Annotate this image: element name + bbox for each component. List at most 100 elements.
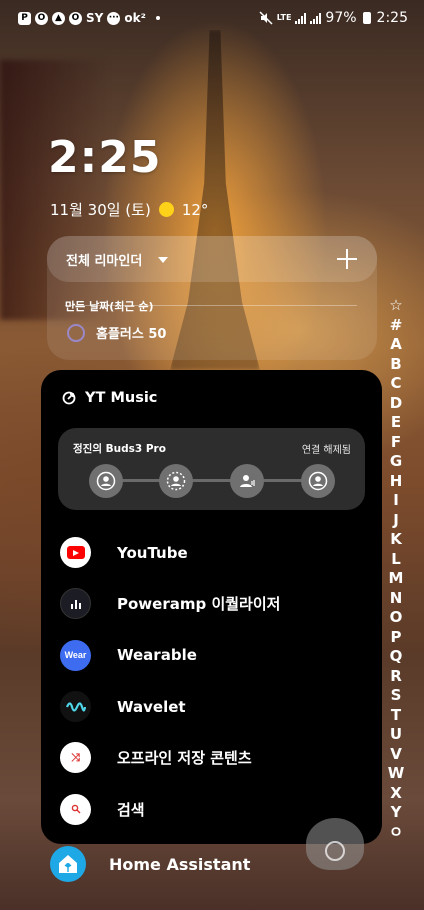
index-letter[interactable]: P <box>391 628 402 648</box>
index-letter[interactable]: E <box>391 413 401 433</box>
home-assistant-icon <box>50 846 86 882</box>
mode-adaptive-button[interactable] <box>159 464 193 498</box>
shortcut-offline-content[interactable]: ⤨ 오프라인 저장 콘텐츠 <box>41 732 382 783</box>
app-home-assistant[interactable]: Home Assistant <box>50 846 250 882</box>
app-label: Home Assistant <box>109 854 251 874</box>
mute-icon <box>259 11 273 25</box>
p-app-icon: P <box>18 11 31 25</box>
index-star[interactable]: ☆ <box>389 296 402 316</box>
shortcut-youtube[interactable]: YouTube <box>41 527 382 578</box>
reminder-title: 전체 리마인더 <box>66 254 143 269</box>
index-letter[interactable]: J <box>393 511 399 531</box>
index-letter[interactable]: N <box>390 589 403 609</box>
date-weather-row[interactable]: 11월 30일 (토) 12° <box>50 199 208 220</box>
status-time: 2:25 <box>376 10 408 26</box>
index-letter[interactable]: M <box>389 569 404 589</box>
index-letter[interactable]: K <box>390 530 402 550</box>
device-name: 정진의 Buds3 Pro <box>73 443 166 455</box>
shortcut-list: YouTube Poweramp 이퀄라이저 Wear Wearable Wav… <box>41 527 382 835</box>
index-letter[interactable]: R <box>390 667 402 687</box>
index-hash[interactable]: # <box>390 316 403 336</box>
index-letter[interactable]: G <box>390 452 402 472</box>
index-letter[interactable]: V <box>390 745 402 765</box>
youtube-icon <box>60 537 91 569</box>
shuffle-icon: ⤨ <box>60 742 91 774</box>
date-text: 11월 30일 (토) <box>50 201 151 219</box>
fingerprint-icon <box>325 841 345 861</box>
buds-device-card[interactable]: 정진의 Buds3 Pro 연결 해제됨 <box>58 428 365 510</box>
lte-label: LTE <box>276 13 292 22</box>
index-letter[interactable]: T <box>391 706 401 726</box>
ok-text: ok² <box>124 11 146 25</box>
index-letter[interactable]: O <box>390 608 403 628</box>
reminder-item-label: 홈플러스 50 <box>96 327 167 342</box>
status-left: P O ▲ O SY ··· ok² <box>18 11 160 25</box>
clock-time[interactable]: 2:25 <box>48 132 161 183</box>
status-bar: P O ▲ O SY ··· ok² LTE 97% 2:25 <box>0 0 424 36</box>
more-notifications-dot <box>155 16 160 20</box>
index-letter[interactable]: W <box>388 764 405 784</box>
poweramp-icon <box>60 588 91 620</box>
index-letter[interactable]: Y <box>391 803 402 823</box>
search-icon <box>60 793 91 825</box>
wavelet-icon <box>60 691 91 723</box>
talk-icon: ··· <box>107 11 121 25</box>
index-letter[interactable]: D <box>390 394 402 414</box>
reminder-item[interactable]: 홈플러스 50 <box>67 323 166 342</box>
shortcut-wavelet[interactable]: Wavelet <box>41 681 382 732</box>
shortcut-wearable[interactable]: Wear Wearable <box>41 630 382 681</box>
reminder-header: 전체 리마인더 <box>47 236 377 282</box>
shortcut-label: 오프라인 저장 콘텐츠 <box>117 749 252 768</box>
index-end[interactable]: ㅇ <box>389 823 403 843</box>
chevron-down-icon <box>158 256 169 263</box>
index-letter[interactable]: C <box>390 374 401 394</box>
carrier-text: SY <box>86 11 104 25</box>
noise-mode-selector[interactable] <box>89 464 335 498</box>
index-letter[interactable]: L <box>391 550 401 570</box>
shortcut-label: YouTube <box>117 543 188 562</box>
signal-2-icon <box>310 12 322 24</box>
shortcut-label: 검색 <box>117 800 145 819</box>
reminder-section-label: 만든 날짜(최근 순) <box>65 300 154 313</box>
person-anc-icon <box>96 471 116 491</box>
add-reminder-icon[interactable] <box>337 249 357 269</box>
shortcut-label: Wavelet <box>117 697 186 716</box>
index-letter[interactable]: S <box>391 686 402 706</box>
app-shortcuts-popup: YT Music 정진의 Buds3 Pro 연결 해제됨 YouTube Po… <box>41 370 382 844</box>
reminder-widget[interactable]: 전체 리마인더 만든 날짜(최근 순) 홈플러스 50 <box>47 236 377 360</box>
index-letter[interactable]: H <box>390 472 403 492</box>
status-right: LTE 97% 2:25 <box>259 10 408 26</box>
checkbox-circle-icon[interactable] <box>67 323 85 342</box>
mode-ambient-button[interactable] <box>230 464 264 498</box>
index-letter[interactable]: A <box>390 335 402 355</box>
popup-title: YT Music <box>85 390 158 406</box>
battery-percent: 97% <box>325 10 357 26</box>
warning-icon: ▲ <box>52 11 65 25</box>
shortcut-label: Poweramp 이퀄라이저 <box>117 595 281 614</box>
signal-1-icon <box>295 12 307 24</box>
index-letter[interactable]: B <box>390 355 401 375</box>
sun-icon <box>158 202 174 217</box>
wear-icon: Wear <box>60 639 91 671</box>
device-status[interactable]: 연결 해제됨 <box>302 441 351 456</box>
person-adaptive-icon <box>166 471 186 491</box>
reminder-divider <box>65 305 357 306</box>
person-ambient-icon <box>240 475 255 487</box>
index-letter[interactable]: F <box>391 433 401 453</box>
alphabet-index-bar[interactable]: ☆ # A B C D E F G H I J K L M N O P Q R … <box>388 296 405 843</box>
mode-anc-button[interactable] <box>89 464 123 498</box>
shortcut-label: Wearable <box>117 646 197 665</box>
index-letter[interactable]: I <box>393 491 399 511</box>
mode-off-button[interactable] <box>301 464 335 498</box>
reminder-title-dropdown[interactable]: 전체 리마인더 <box>66 250 169 269</box>
mode-track <box>101 479 323 482</box>
app-o2-icon: O <box>69 11 82 25</box>
index-letter[interactable]: U <box>390 725 402 745</box>
shortcut-poweramp[interactable]: Poweramp 이퀄라이저 <box>41 578 382 629</box>
index-letter[interactable]: Q <box>390 647 403 667</box>
person-off-icon <box>308 471 328 491</box>
index-letter[interactable]: X <box>390 784 402 804</box>
popup-header[interactable]: YT Music <box>62 390 157 406</box>
floating-action-button[interactable] <box>306 818 364 870</box>
open-link-icon <box>62 391 76 405</box>
